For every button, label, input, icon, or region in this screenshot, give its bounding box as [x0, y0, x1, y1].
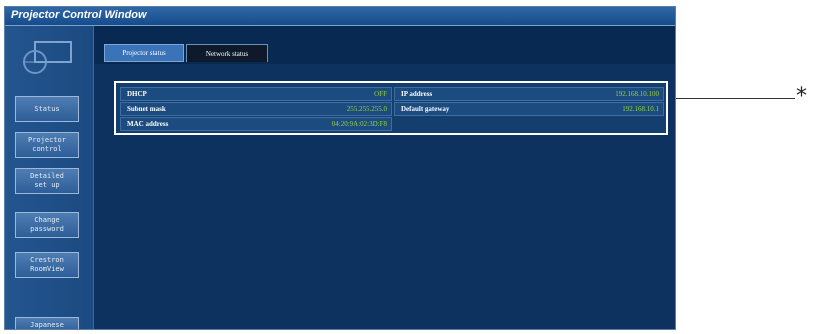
sidebar-crestron-roomview-button[interactable]: Crestron RoomView [15, 252, 79, 278]
sidebar-japanese-button[interactable]: Japanese [15, 317, 79, 329]
subnet-mask-row: Subnet mask 255.255.255.0 [120, 102, 392, 116]
tab-projector-status[interactable]: Projector status [104, 44, 184, 62]
window-titlebar: Projector Control Window [5, 7, 675, 26]
network-info-panel: DHCP OFF IP address 192.168.10.100 Subne… [114, 81, 668, 135]
dhcp-row: DHCP OFF [120, 87, 392, 101]
default-gateway-value: 192.168.10.1 [622, 105, 659, 113]
tab-network-status[interactable]: Network status [186, 44, 268, 62]
ip-address-label: IP address [401, 90, 433, 98]
network-status-area: DHCP OFF IP address 192.168.10.100 Subne… [94, 64, 675, 329]
sidebar-change-password-button[interactable]: Change password [15, 212, 79, 238]
sidebar-projector-control-button[interactable]: Projector control [15, 132, 79, 158]
callout-asterisk: * [796, 84, 807, 109]
subnet-mask-label: Subnet mask [127, 105, 166, 113]
mac-address-value: 04:20:9A:02:3D:F8 [331, 120, 387, 128]
projector-logo-icon [23, 41, 72, 74]
sidebar: Status Projector control Detailed set up… [5, 26, 94, 329]
sidebar-detailed-setup-button[interactable]: Detailed set up [15, 168, 79, 194]
mac-address-label: MAC address [127, 120, 169, 128]
mac-address-row: MAC address 04:20:9A:02:3D:F8 [120, 117, 392, 131]
ip-address-value: 192.168.10.100 [615, 90, 659, 98]
dhcp-value: OFF [374, 90, 387, 98]
ip-address-row: IP address 192.168.10.100 [394, 87, 664, 101]
subnet-mask-value: 255.255.255.0 [346, 105, 387, 113]
tab-strip: Projector status Network status [94, 26, 675, 64]
default-gateway-label: Default gateway [401, 105, 450, 113]
window-title: Projector Control Window [11, 9, 147, 21]
projector-control-window: Projector Control Window Status Projecto… [4, 6, 676, 330]
dhcp-label: DHCP [127, 90, 147, 98]
default-gateway-row: Default gateway 192.168.10.1 [394, 102, 664, 116]
callout-leader-line [676, 98, 795, 99]
main-content: Projector status Network status DHCP OFF… [94, 26, 675, 329]
sidebar-status-button[interactable]: Status [15, 96, 79, 122]
